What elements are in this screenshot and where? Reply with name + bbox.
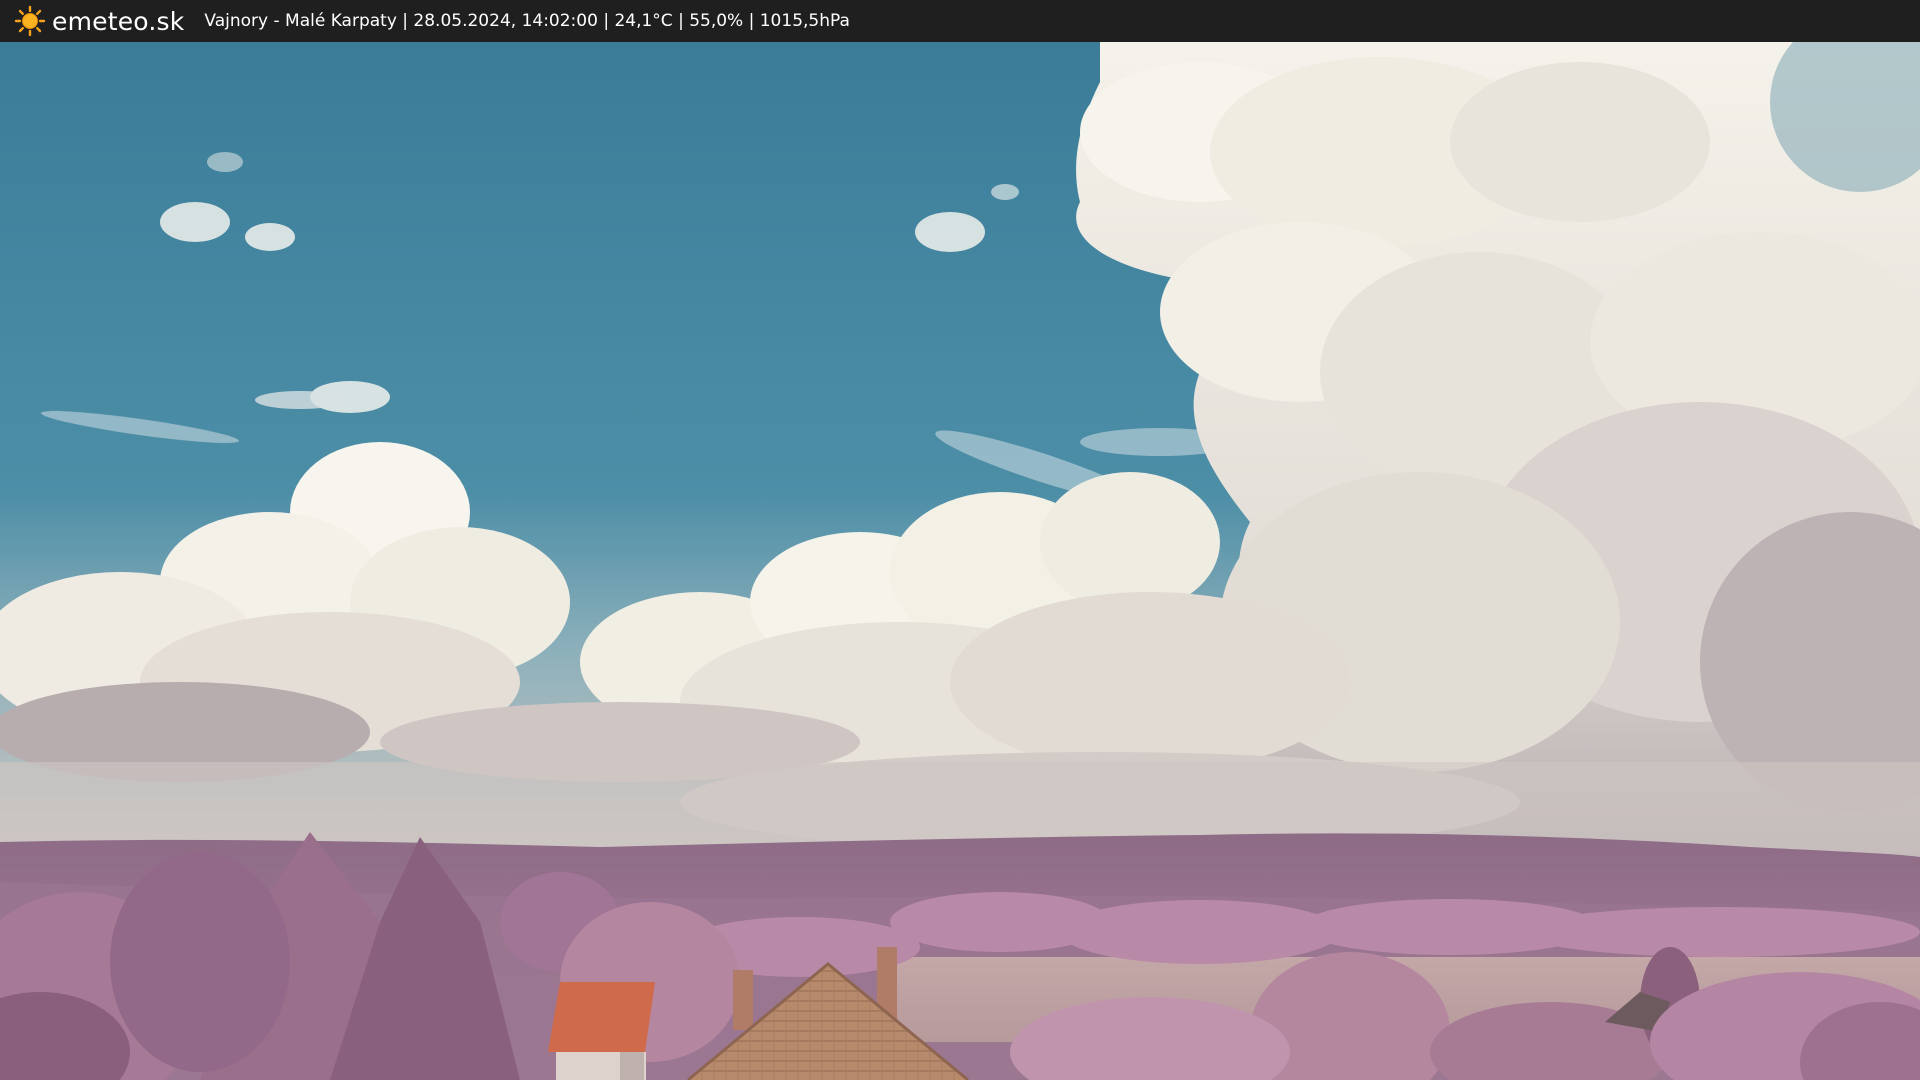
brand-name: emeteo.sk — [52, 6, 185, 36]
landscape-photo — [0, 42, 1920, 1080]
weather-info: Vajnory - Malé Karpaty | 28.05.2024, 14:… — [204, 11, 850, 31]
top-bar: emeteo.sk Vajnory - Malé Karpaty | 28.05… — [0, 0, 1920, 42]
webcam-image — [0, 42, 1920, 1080]
house-red-roof — [548, 982, 655, 1080]
brand-logo[interactable]: emeteo.sk — [14, 0, 184, 42]
webcam-frame: emeteo.sk Vajnory - Malé Karpaty | 28.05… — [0, 0, 1920, 1080]
sun-icon — [14, 5, 46, 37]
